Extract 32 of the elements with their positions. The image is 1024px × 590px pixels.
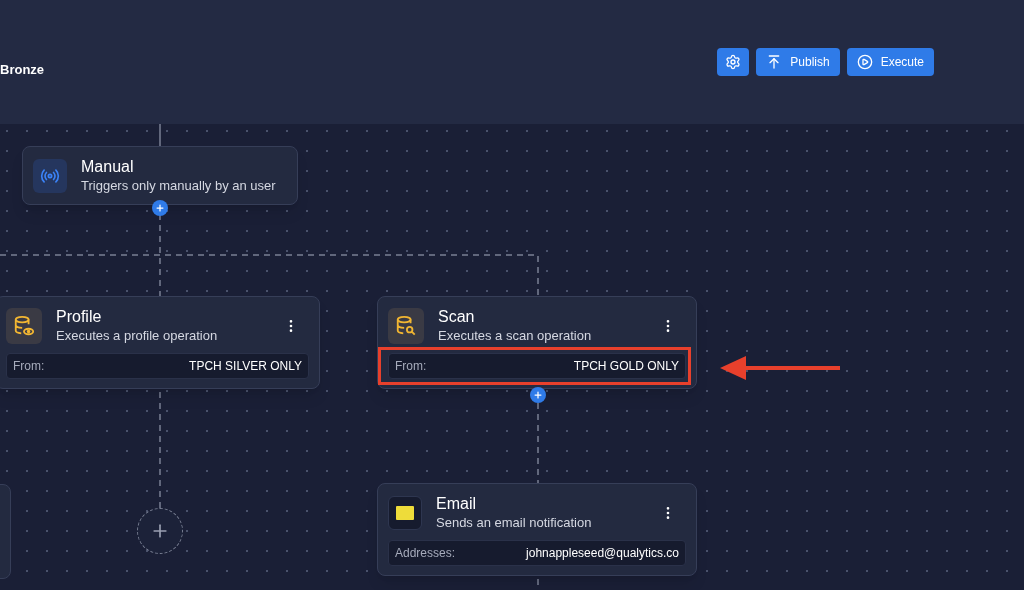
play-icon bbox=[856, 54, 873, 70]
node-description: Triggers only manually by an user bbox=[81, 177, 277, 195]
node-description: Executes a profile operation bbox=[56, 327, 219, 345]
page-title: Bronze bbox=[0, 61, 45, 80]
node-title: Scan bbox=[438, 307, 476, 327]
node-title: Profile bbox=[56, 307, 103, 327]
add-step-button[interactable] bbox=[530, 387, 546, 403]
plus-icon bbox=[155, 203, 165, 213]
database-eye-icon bbox=[13, 315, 35, 337]
node-card[interactable]: Email Sends an email notification Addresses: johnappleseed@qualytics.co bbox=[377, 483, 697, 576]
node-card[interactable]: Manual Triggers only manually by an user bbox=[22, 146, 298, 205]
node-card[interactable]: Scan Executes a scan operation From: TPCH GOLD ONLY bbox=[377, 296, 697, 389]
field-label: Addresses: bbox=[395, 545, 456, 562]
plus-icon bbox=[533, 390, 543, 400]
node-description: Sends an email notification bbox=[436, 514, 593, 532]
field-value: TPCH GOLD ONLY bbox=[573, 358, 679, 375]
field-label: From: bbox=[13, 358, 45, 375]
broadcast-icon bbox=[40, 166, 60, 186]
settings-icon bbox=[725, 54, 742, 70]
node-title: Email bbox=[436, 494, 477, 514]
node-card[interactable]: Profile Executes a profile operation From: TPCH SILVER ONLY bbox=[0, 296, 320, 389]
field-value: TPCH SILVER ONLY bbox=[189, 358, 302, 375]
field-label: From: bbox=[395, 358, 427, 375]
node-title: Manual bbox=[81, 157, 135, 177]
connector-line bbox=[159, 124, 161, 147]
settings-button[interactable] bbox=[717, 48, 750, 76]
database-search-icon bbox=[395, 315, 417, 337]
publish-button[interactable]: Publish bbox=[756, 48, 840, 76]
add-step-button[interactable] bbox=[152, 200, 168, 216]
node-description: Executes a scan operation bbox=[438, 327, 593, 345]
execute-button[interactable]: Execute bbox=[846, 48, 934, 76]
field-value: johnappleseed@qualytics.co bbox=[526, 545, 679, 562]
